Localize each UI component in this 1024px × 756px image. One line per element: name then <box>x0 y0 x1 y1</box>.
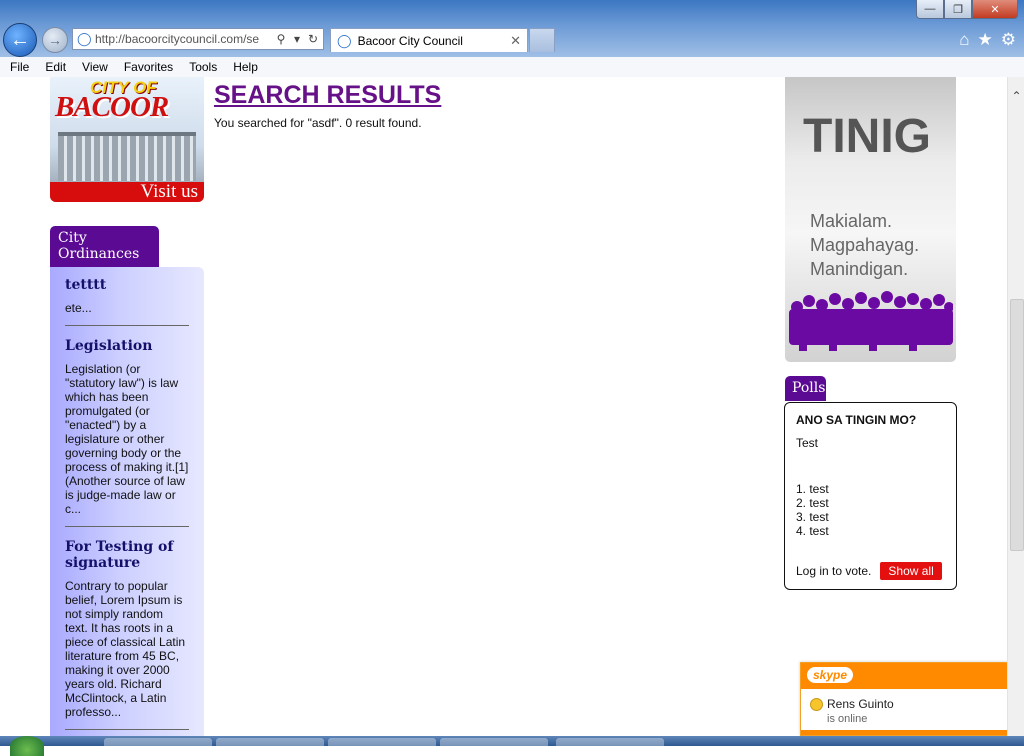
windows-taskbar <box>0 736 1024 756</box>
favorites-star-icon[interactable]: ★ <box>978 30 993 50</box>
forward-button[interactable]: → <box>42 27 68 53</box>
gear-icon[interactable]: ⚙ <box>1001 30 1016 50</box>
menu-help[interactable]: Help <box>233 60 258 74</box>
tab-close-icon[interactable]: ✕ <box>510 33 521 49</box>
scroll-up-icon[interactable]: ⌃ <box>1008 89 1024 103</box>
skype-footer-bar <box>801 730 1007 735</box>
vertical-scrollbar[interactable]: ⌃ <box>1007 77 1024 746</box>
tinig-slogan-line: Magpahayag. <box>810 235 920 255</box>
refresh-icon[interactable]: ↻ <box>305 32 321 46</box>
search-icon[interactable]: ⚲ <box>273 32 289 46</box>
taskbar-item[interactable] <box>328 738 436 746</box>
ordinance-excerpt: Legislation (or "statutory law") is law … <box>65 362 189 516</box>
menu-favorites[interactable]: Favorites <box>124 60 173 74</box>
browser-tools: ⌂ ★ ⚙ <box>959 30 1016 50</box>
tinig-banner[interactable]: TINIG Makialam. Magpahayag. Manindigan. <box>785 77 956 362</box>
menu-view[interactable]: View <box>82 60 108 74</box>
skype-logo: skype <box>807 667 854 683</box>
poll-login-text[interactable]: Log in to vote. <box>796 564 871 578</box>
visit-us-label: Visit us <box>50 182 204 202</box>
menu-tools[interactable]: Tools <box>189 60 217 74</box>
poll-option: 2. test <box>796 496 829 510</box>
poll-option: 3. test <box>796 510 829 524</box>
dropdown-icon[interactable]: ▾ <box>289 32 305 46</box>
home-icon[interactable]: ⌂ <box>959 30 969 50</box>
ordinance-title[interactable]: tetttt <box>65 277 189 293</box>
ie-page-icon: ◯ <box>77 31 92 46</box>
new-tab-button[interactable] <box>529 28 555 52</box>
poll-option: 1. test <box>796 482 829 496</box>
city-ordinances-tab: City Ordinances <box>50 226 159 267</box>
address-bar[interactable]: ◯ http://bacoorcitycouncil.com/se ⚲ ▾ ↻ <box>72 28 324 50</box>
skype-contact-row[interactable]: Rens Guinto is online <box>801 689 1007 729</box>
taskbar-item[interactable] <box>216 738 324 746</box>
taskbar-item[interactable] <box>556 738 664 746</box>
skype-contact-status: is online <box>827 713 868 725</box>
divider <box>65 729 189 730</box>
skype-contact-name: Rens Guinto <box>827 697 894 711</box>
polls-box: ANO SA TINGIN MO? Test 1. test 2. test 3… <box>784 402 957 590</box>
city-of-bacoor-banner[interactable]: CITY OF BACOOR Visit us <box>50 77 204 202</box>
ordinance-title[interactable]: For Testing of signature <box>65 539 189 571</box>
search-results-title[interactable]: SEARCH RESULTS <box>214 81 441 110</box>
tinig-slogan-line: Makialam. <box>810 211 893 231</box>
crowd-silhouette-image <box>789 291 953 351</box>
city-hall-building-image <box>58 132 196 181</box>
show-all-button[interactable]: Show all <box>880 562 942 580</box>
browser-titlebar: — ❐ ✕ ← → ◯ http://bacoorcitycouncil.com… <box>0 0 1024 57</box>
page-viewport: CITY OF BACOOR Visit us City Ordinances … <box>0 77 1007 746</box>
window-controls: — ❐ ✕ <box>916 0 1018 19</box>
status-away-icon <box>810 698 823 711</box>
start-button[interactable] <box>10 736 44 756</box>
restore-icon[interactable]: ❐ <box>944 0 972 19</box>
poll-options: 1. test 2. test 3. test 4. test <box>796 482 945 538</box>
tinig-title: TINIG <box>803 110 931 163</box>
divider <box>65 325 189 326</box>
ordinance-title[interactable]: Legislation <box>65 338 189 354</box>
tab-title: Bacoor City Council <box>357 33 463 48</box>
divider <box>65 526 189 527</box>
ordinance-excerpt: ete... <box>65 301 92 315</box>
search-results-info: You searched for "asdf". 0 result found. <box>214 116 422 130</box>
poll-option: 4. test <box>796 524 829 538</box>
taskbar-item[interactable] <box>104 738 212 746</box>
menu-edit[interactable]: Edit <box>45 60 66 74</box>
polls-tab: Polls <box>785 376 826 401</box>
ordinance-excerpt: Contrary to popular belief, Lorem Ipsum … <box>65 579 186 719</box>
back-button[interactable]: ← <box>3 23 37 57</box>
city-ordinances-panel: tetttt ete... Legislation Legislation (o… <box>50 267 204 746</box>
browser-tab[interactable]: ◯ Bacoor City Council ✕ <box>330 28 528 52</box>
ordinance-item: Legislation Legislation (or "statutory l… <box>65 338 189 516</box>
poll-question: ANO SA TINGIN MO? <box>796 413 917 427</box>
close-window-icon[interactable]: ✕ <box>972 0 1018 19</box>
poll-description: Test <box>796 436 819 450</box>
ordinance-item: For Testing of signature Contrary to pop… <box>65 539 189 719</box>
poll-footer: Log in to vote. Show all <box>796 562 945 580</box>
skype-status-widget[interactable]: skype Rens Guinto is online <box>800 662 1007 736</box>
minimize-icon[interactable]: — <box>916 0 944 19</box>
taskbar-item[interactable] <box>440 738 548 746</box>
tinig-slogan-line: Manindigan. <box>810 259 909 279</box>
tab-favicon-icon: ◯ <box>337 32 352 48</box>
ordinance-item: tetttt ete... <box>65 277 189 315</box>
tinig-slogan: Makialam. Magpahayag. Manindigan. <box>810 209 919 281</box>
skype-header: skype <box>801 663 1007 689</box>
scroll-thumb[interactable] <box>1010 299 1024 551</box>
menu-file[interactable]: File <box>10 60 29 74</box>
menu-bar: File Edit View Favorites Tools Help <box>0 57 1024 78</box>
address-url[interactable]: http://bacoorcitycouncil.com/se <box>95 32 273 46</box>
banner-logo-big: BACOOR <box>55 91 169 123</box>
